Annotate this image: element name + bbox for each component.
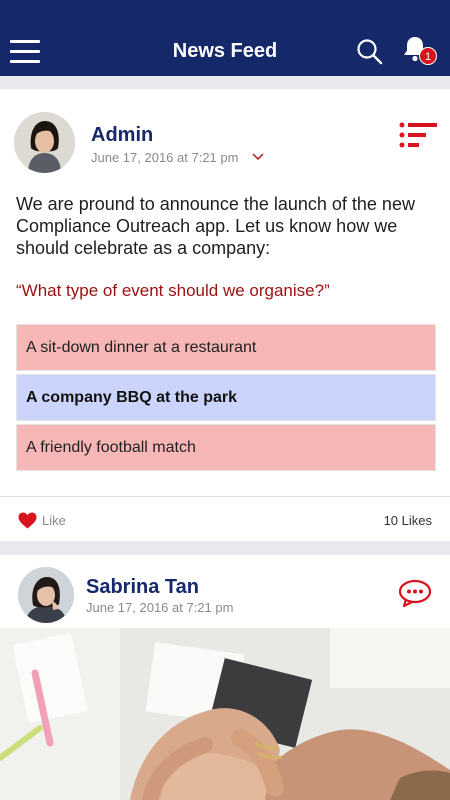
post-timestamp: June 17, 2016 at 7:21 pm: [86, 600, 234, 615]
post-body: We are pround to announce the launch of …: [16, 194, 415, 258]
top-app-bar: News Feed 1: [0, 0, 450, 76]
like-label: Like: [42, 512, 66, 528]
divider: [0, 496, 450, 497]
post-card: Sabrina Tan June 17, 2016 at 7:21 pm: [0, 555, 450, 800]
comment-icon: [398, 579, 432, 607]
app-root: News Feed 1 Admin June 17, 2016 at 7:21 …: [0, 0, 450, 800]
poll-question: “What type of event should we organise?”: [16, 281, 330, 300]
post-timestamp: June 17, 2016 at 7:21 pm: [91, 150, 239, 165]
heart-icon: [18, 512, 37, 528]
chevron-down-icon[interactable]: [251, 152, 265, 162]
author-name[interactable]: Admin: [91, 124, 153, 147]
author-name[interactable]: Sabrina Tan: [86, 576, 199, 599]
poll-option[interactable]: A sit-down dinner at a restaurant: [16, 324, 436, 371]
like-button[interactable]: Like: [18, 510, 66, 530]
avatar[interactable]: [14, 112, 75, 173]
poll-option[interactable]: A friendly football match: [16, 424, 436, 471]
avatar[interactable]: [18, 567, 74, 623]
likes-count[interactable]: 10 Likes: [384, 513, 432, 528]
poll-option-selected[interactable]: A company BBQ at the park: [16, 374, 436, 421]
notifications-button[interactable]: 1: [400, 34, 440, 68]
notification-badge: 1: [419, 47, 437, 65]
search-icon[interactable]: [356, 38, 384, 66]
poll-icon: [399, 122, 437, 148]
post-card: Admin June 17, 2016 at 7:21 pm We are pr…: [0, 89, 450, 541]
post-image[interactable]: [0, 628, 450, 800]
